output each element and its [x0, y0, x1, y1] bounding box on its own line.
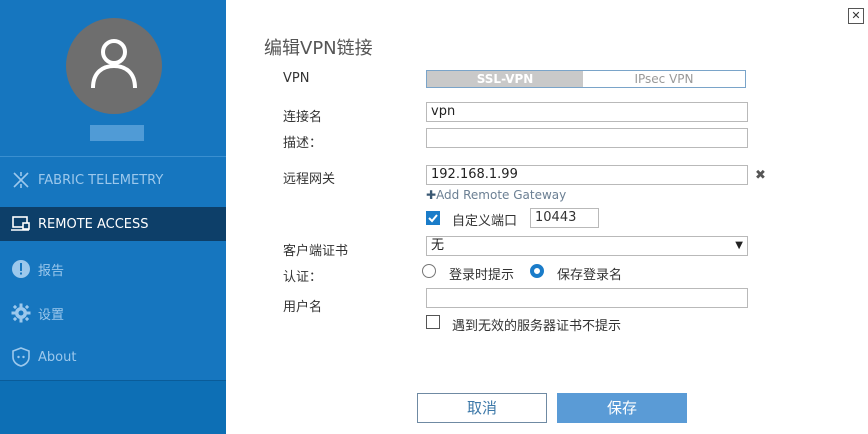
custom-port-checkbox[interactable] — [426, 211, 440, 225]
sidebar-item-label: 设置 — [38, 307, 65, 323]
vpn-type-label: VPN — [283, 71, 310, 86]
close-icon: ✕ — [851, 9, 861, 22]
sidebar-item-remote-access[interactable]: REMOTE ACCESS — [0, 207, 226, 241]
sidebar: FABRIC TELEMETRY REMOTE ACCESS 报告 设置 Abo… — [0, 0, 226, 434]
fabric-telemetry-icon — [10, 169, 32, 191]
username-label: 用户名 — [283, 300, 323, 315]
vpn-type-ssl[interactable]: SSL-VPN — [427, 71, 583, 87]
sidebar-item-label: FABRIC TELEMETRY — [38, 172, 164, 188]
auth-prompt-radio[interactable] — [422, 264, 436, 278]
plus-icon: ✚ — [426, 188, 437, 202]
client-cert-value: 无 — [431, 238, 445, 253]
shield-icon — [10, 346, 32, 368]
description-label: 描述： — [283, 136, 323, 151]
connection-name-input[interactable]: vpn — [426, 102, 748, 122]
sidebar-divider — [0, 156, 226, 157]
checkmark-icon — [428, 214, 438, 223]
sidebar-item-fabric-telemetry[interactable]: FABRIC TELEMETRY — [0, 163, 226, 197]
vpn-type-toggle: SSL-VPN IPsec VPN — [426, 70, 746, 88]
client-cert-label: 客户端证书 — [283, 244, 349, 259]
description-input[interactable] — [426, 128, 748, 148]
sidebar-item-label: About — [38, 349, 77, 365]
ignore-cert-checkbox[interactable] — [426, 315, 440, 329]
remote-access-icon — [10, 213, 32, 235]
add-remote-gateway-label: Add Remote Gateway — [436, 188, 567, 202]
close-button[interactable]: ✕ — [848, 8, 864, 24]
ignore-cert-label: 遇到无效的服务器证书不提示 — [452, 319, 622, 334]
remote-gateway-input[interactable]: 192.168.1.99 — [426, 165, 748, 185]
user-icon — [91, 39, 137, 89]
sidebar-item-label: 报告 — [38, 263, 65, 279]
alert-icon — [10, 258, 32, 280]
remote-gateway-label: 远程网关 — [283, 172, 336, 187]
sidebar-item-settings[interactable]: 设置 — [0, 296, 226, 330]
vpn-type-ipsec[interactable]: IPsec VPN — [583, 71, 745, 87]
username-input[interactable] — [426, 288, 748, 308]
avatar — [66, 18, 162, 114]
dropdown-arrow-icon: ▼ — [735, 240, 743, 251]
auth-prompt-label: 登录时提示 — [449, 268, 515, 283]
sidebar-item-reports[interactable]: 报告 — [0, 252, 226, 286]
client-cert-select[interactable]: 无 ▼ — [426, 236, 748, 256]
username-redacted — [90, 125, 144, 141]
auth-save-radio[interactable] — [530, 264, 544, 278]
custom-port-label: 自定义端口 — [452, 214, 518, 229]
gear-icon — [10, 302, 32, 324]
add-remote-gateway-link[interactable]: ✚Add Remote Gateway — [426, 188, 566, 202]
custom-port-input[interactable]: 10443 — [530, 208, 599, 228]
remove-gateway-icon[interactable]: ✖ — [755, 168, 766, 183]
auth-save-label: 保存登录名 — [557, 268, 623, 283]
sidebar-item-about[interactable]: About — [0, 340, 226, 374]
sidebar-item-label: REMOTE ACCESS — [38, 216, 149, 232]
connection-name-label: 连接名 — [283, 110, 323, 125]
cancel-button[interactable]: 取消 — [417, 393, 547, 423]
save-button[interactable]: 保存 — [557, 393, 687, 423]
sidebar-footer — [0, 380, 226, 434]
auth-label: 认证： — [283, 270, 323, 285]
page-title: 编辑VPN链接 — [264, 38, 373, 59]
